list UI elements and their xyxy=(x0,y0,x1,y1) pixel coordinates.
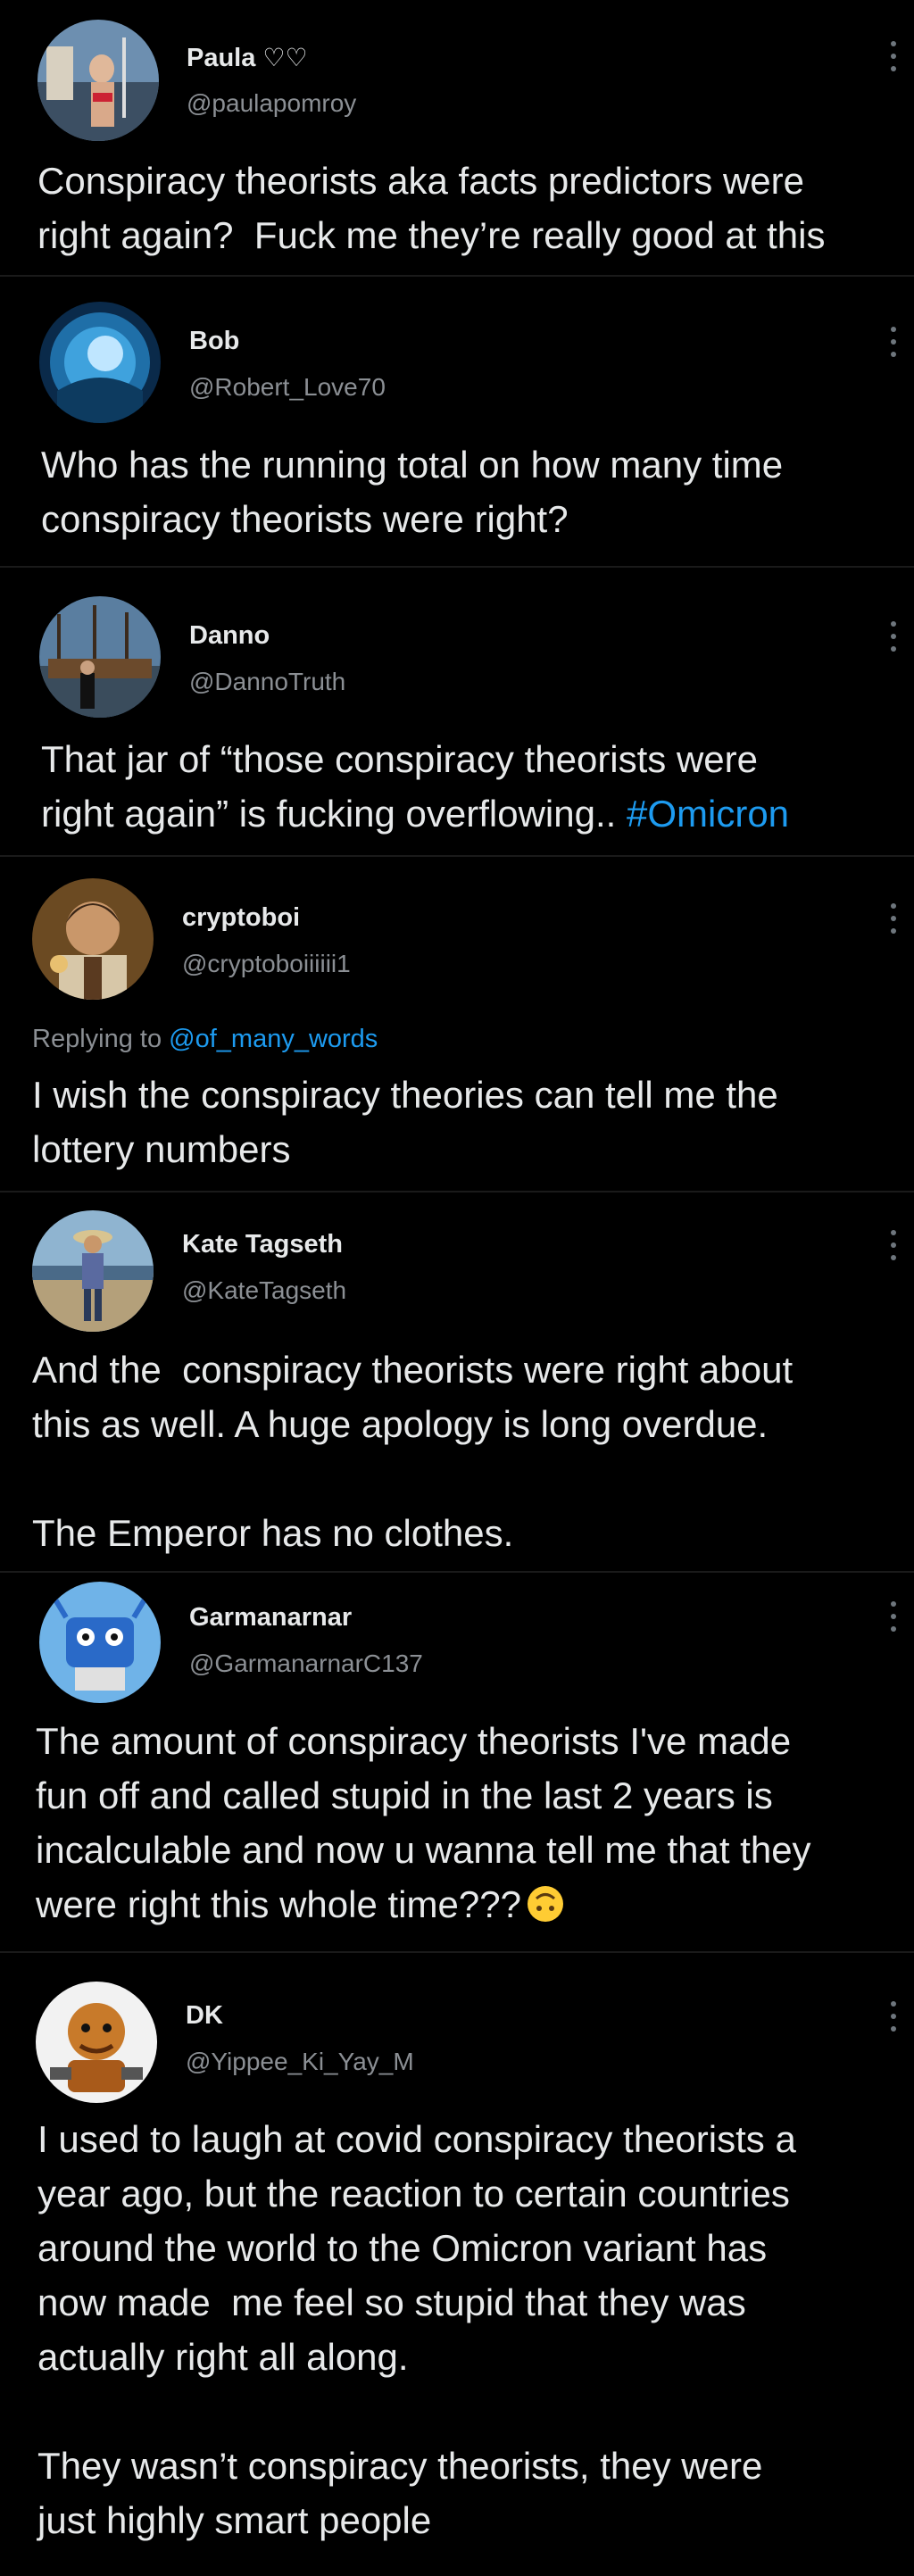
more-options-icon[interactable] xyxy=(891,41,898,71)
user-handle[interactable]: @cryptoboiiiiii1 xyxy=(182,950,351,978)
tweet-text: I wish the conspiracy theories can tell … xyxy=(32,1074,778,1170)
more-options-icon[interactable] xyxy=(891,327,898,357)
tweet-card[interactable]: cryptoboi @cryptoboiiiiii1 Replying to @… xyxy=(0,859,914,1187)
tweet-text: That jar of “those conspiracy theorists … xyxy=(41,738,790,835)
display-name[interactable]: cryptoboi xyxy=(182,903,300,933)
avatar[interactable] xyxy=(37,20,159,141)
tweet-text: And the conspiracy theorists were right … xyxy=(32,1349,794,1554)
avatar[interactable] xyxy=(39,302,161,423)
tweet-text: Who has the running total on how many ti… xyxy=(41,444,784,540)
upside-down-face-emoji xyxy=(527,1886,563,1922)
divider xyxy=(0,1571,914,1573)
display-name[interactable]: Garmanarnar xyxy=(189,1603,352,1633)
more-options-icon[interactable] xyxy=(891,903,898,934)
display-name[interactable]: Bob xyxy=(189,327,239,356)
more-options-icon[interactable] xyxy=(891,2001,898,2032)
hashtag-link[interactable]: #Omicron xyxy=(627,793,789,835)
display-name[interactable]: DK xyxy=(186,2001,223,2031)
display-name[interactable]: Kate Tagseth xyxy=(182,1230,343,1259)
display-name[interactable]: Paula ♡♡ xyxy=(187,43,308,73)
avatar[interactable] xyxy=(32,878,154,1000)
divider xyxy=(0,275,914,277)
divider xyxy=(0,855,914,857)
reply-mention-link[interactable]: @of_many_words xyxy=(169,1025,378,1053)
avatar[interactable] xyxy=(36,1982,157,2103)
more-options-icon[interactable] xyxy=(891,1230,898,1260)
user-handle[interactable]: @Yippee_Ki_Yay_M xyxy=(186,2048,414,2076)
user-handle[interactable]: @paulapomroy xyxy=(187,89,356,118)
tweet-text: The amount of conspiracy theorists I've … xyxy=(36,1720,811,1925)
tweet-card[interactable]: DK @Yippee_Ki_Yay_M I used to laugh at c… xyxy=(0,1955,914,2576)
avatar[interactable] xyxy=(39,596,161,718)
avatar[interactable] xyxy=(39,1582,161,1703)
tweet-text: Conspiracy theorists aka facts predictor… xyxy=(37,160,826,256)
tweet-text: I used to laugh at covid conspiracy theo… xyxy=(37,2118,796,2541)
tweet-card[interactable]: Danno @DannoTruth That jar of “those con… xyxy=(0,569,914,851)
tweet-card[interactable]: Kate Tagseth @KateTagseth And the conspi… xyxy=(0,1194,914,1567)
user-handle[interactable]: @KateTagseth xyxy=(182,1276,346,1305)
display-name[interactable]: Danno xyxy=(189,621,270,651)
tweet-card[interactable]: Garmanarnar @GarmanarnarC137 The amount … xyxy=(0,1575,914,1948)
more-options-icon[interactable] xyxy=(891,1601,898,1632)
user-handle[interactable]: @Robert_Love70 xyxy=(189,373,386,402)
avatar[interactable] xyxy=(32,1210,154,1332)
more-options-icon[interactable] xyxy=(891,621,898,652)
heart-icons: ♡♡ xyxy=(262,44,308,71)
divider xyxy=(0,1951,914,1953)
tweet-card[interactable]: Paula ♡♡ @paulapomroy Conspiracy theorist… xyxy=(0,0,914,272)
divider xyxy=(0,1191,914,1192)
divider xyxy=(0,566,914,568)
replying-to: Replying to @of_many_words xyxy=(32,1025,378,1053)
user-handle[interactable]: @GarmanarnarC137 xyxy=(189,1649,423,1678)
tweet-card[interactable]: Bob @Robert_Love70 Who has the running t… xyxy=(0,278,914,562)
user-handle[interactable]: @DannoTruth xyxy=(189,668,345,696)
